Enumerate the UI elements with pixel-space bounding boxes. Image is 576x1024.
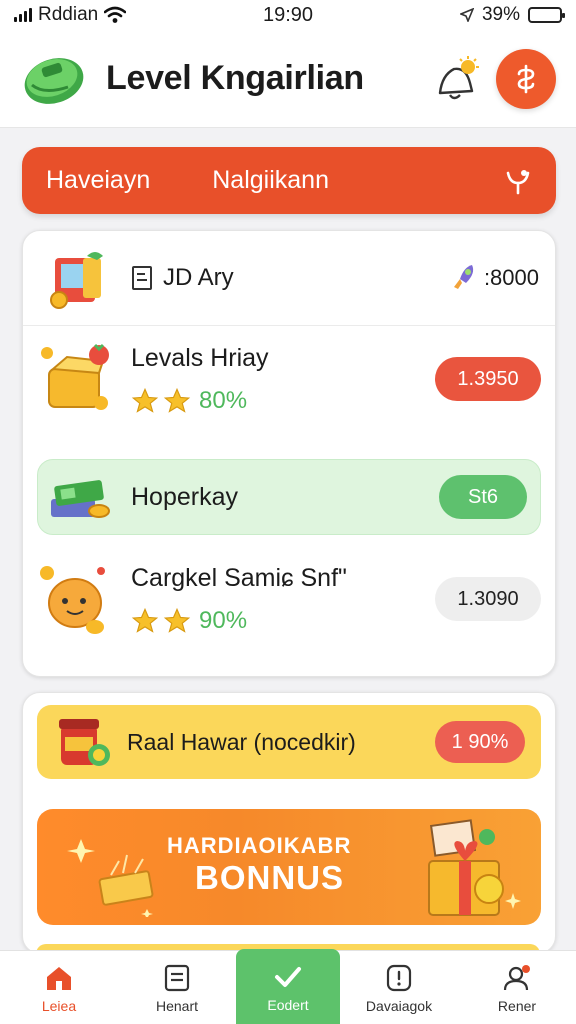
check-icon [275,966,301,987]
star-icon [131,607,159,633]
gift-box-icon [428,819,521,916]
promo-card: Raal Hawar (nocedkir) 1 90% HARDIAOIKABR… [22,692,556,954]
task-value-button[interactable]: 1.3090 [435,577,541,621]
nav-info[interactable]: Davaiagok [340,951,458,1024]
nav-home[interactable]: Leiea [0,951,118,1024]
header-action-button[interactable] [496,48,556,109]
tab-haveiayn[interactable]: Haveiayn [46,166,150,195]
task-percent: 90% [199,606,248,634]
page-title: Level Kngairlian [106,59,364,97]
dollar-circle-icon [517,64,535,93]
nav-list-label: Henart [155,997,199,1014]
list-item[interactable]: Hoperkay St6 [37,459,541,535]
nav-home-label: Leiea [41,997,77,1014]
wifi-icon [104,6,127,23]
status-right: 39% [362,4,565,26]
promo-value-button[interactable]: 1 90% [435,721,525,763]
app-header: Level Kngairlian [0,30,576,128]
task-rating: 90% [131,607,435,635]
summary-label: JD Ary [163,264,234,291]
list-item[interactable]: Levals Hriay 80% 1.3950 [37,339,541,419]
profile-icon [503,964,530,990]
task-title: Hoperkay [131,482,238,511]
task-title: Cargkel Samiɕ Snf" [131,563,347,592]
tab-nalgiikann[interactable]: Nalgiikann [212,166,329,195]
location-arrow-icon [459,8,474,22]
task-value-button[interactable]: St6 [439,475,527,519]
nav-check-label: Eodert [267,996,309,1013]
list-item[interactable]: Cargkel Samiɕ Snf" 90% 1.3090 [37,559,541,639]
status-time: 19:90 [262,3,314,26]
summary-total-group: :8000 [450,263,539,293]
nav-profile[interactable]: Rener [458,951,576,1024]
mascot-icon [40,566,105,634]
star-icon [163,607,191,633]
task-text: Hoperkay [131,483,439,512]
jar-icon [59,719,110,766]
star-icon [131,387,159,413]
battery-icon [528,7,565,23]
info-icon [386,964,412,991]
bonus-subtitle: BONNUS [195,859,345,896]
task-text: Levals Hriay 80% [131,344,435,415]
promo-label: Raal Hawar (nocedkir) [127,728,356,755]
bottom-nav: Leiea Henart Eodert Davaiagok Rener [0,949,576,1024]
nav-info-label: Davaiagok [365,997,433,1014]
task-title: Levals Hriay [131,343,269,372]
gift-sparkle-icon [67,839,154,917]
star-icon [163,387,191,413]
promo-row[interactable]: Raal Hawar (nocedkir) 1 90% [37,705,541,779]
summary-label-group: JD Ary [131,264,450,292]
battery-percent: 39% [481,4,520,25]
document-icon [132,266,152,290]
nav-check[interactable]: Eodert [236,949,340,1024]
nav-list[interactable]: Henart [118,951,236,1024]
list-icon [164,964,190,991]
gift-box-icon [50,252,103,309]
task-value-button[interactable]: 1.3950 [435,357,541,401]
task-percent: 80% [199,386,248,414]
signal-icon [14,8,32,22]
bonus-banner[interactable]: HARDIAOIKABR BONNUS [37,809,541,925]
status-left: Rddian [14,4,214,26]
task-rating: 80% [131,387,435,415]
treasure-chest-icon [41,343,109,410]
nav-profile-label: Rener [497,997,537,1014]
carrier-label: Rddian [38,4,99,25]
home-icon [47,966,71,990]
rocket-icon [453,265,474,289]
notification-bell-icon[interactable] [432,55,480,103]
money-stack-icon [51,480,110,518]
summary-row[interactable]: JD Ary :8000 [23,231,555,326]
bonus-title: HARDIAOIKABR [167,833,352,858]
filter-icon[interactable] [504,167,532,195]
app-logo-icon [24,57,84,104]
status-bar: Rddian 19:90 39% [0,0,576,30]
summary-total: :8000 [483,265,539,290]
task-card: JD Ary :8000 Levals Hriay 80% 1.3950 Hop… [22,230,556,677]
task-text: Cargkel Samiɕ Snf" 90% [131,564,435,635]
tab-bar: Haveiayn Nalgiikann [22,147,556,214]
